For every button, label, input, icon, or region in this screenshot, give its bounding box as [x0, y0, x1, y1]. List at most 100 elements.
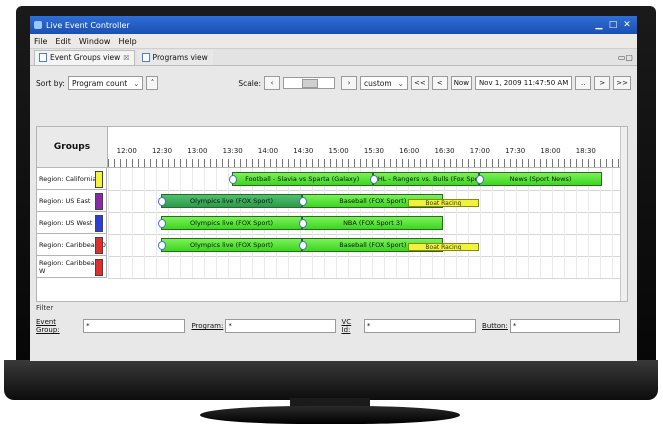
- event-marker-icon[interactable]: [157, 197, 166, 206]
- tab-close-icon[interactable]: ☒: [123, 54, 129, 62]
- scale-left-icon[interactable]: ‹: [264, 76, 281, 90]
- button-value: *: [512, 322, 517, 330]
- nav-next-button[interactable]: >: [594, 76, 611, 90]
- button-label: Button:: [482, 322, 508, 330]
- time-axis: 12:00 12:30 13:00 13:30 14:00 14:30 15:00 15:30…: [108, 127, 620, 168]
- chevron-down-icon: ⌄: [397, 78, 404, 88]
- event-marker-icon[interactable]: [157, 241, 166, 250]
- datetime-picker-button[interactable]: ..: [575, 76, 592, 90]
- event-marker-icon[interactable]: [228, 175, 237, 184]
- time-ticks: [108, 159, 620, 167]
- maximize-icon[interactable]: □: [607, 19, 619, 31]
- scale-slider[interactable]: [283, 77, 336, 89]
- monitor-bezel: [4, 360, 658, 400]
- window-title: Live Event Controller: [46, 20, 130, 30]
- nav-first-button[interactable]: <<: [410, 76, 429, 90]
- timeline-row: [108, 256, 620, 279]
- timeline-row: Olympics live (FOX Sport) Baseball (FOX S…: [108, 190, 620, 213]
- event-group-field[interactable]: *: [83, 319, 186, 333]
- nav-last-button[interactable]: >>: [613, 76, 631, 90]
- group-color-swatch: [95, 237, 103, 254]
- menu-window[interactable]: Window: [79, 37, 111, 46]
- chevron-down-icon: ⌄: [133, 78, 140, 88]
- timeline-row: Olympics live (FOX Sport) Baseball (FOX S…: [108, 234, 620, 257]
- group-name: Region: US East: [39, 196, 91, 205]
- program-field[interactable]: *: [225, 319, 336, 333]
- scale-mode-value: custom: [364, 78, 392, 88]
- event-group-value: *: [86, 322, 90, 330]
- program-event[interactable]: Boat Racing: [408, 199, 479, 207]
- time-label: 14:00: [257, 147, 279, 155]
- tab-label: Event Groups view: [50, 53, 121, 62]
- tab-programs-view[interactable]: Programs view: [136, 49, 213, 65]
- timeline-row: Football - Slavia vs Sparta (Galaxy) NHL …: [108, 168, 620, 191]
- view-minimize-maximize-icon[interactable]: ▭▢: [618, 53, 633, 62]
- timeline-row: Olympics live (FOX Sport) NBA (FOX Sport …: [108, 212, 620, 235]
- program-event[interactable]: Olympics live (FOX Sport): [160, 194, 303, 208]
- program-event[interactable]: News (Sport News): [478, 172, 603, 186]
- program-title: Baseball (FOX Sport): [339, 241, 407, 249]
- program-title: Boat Racing: [425, 243, 462, 251]
- filter-panel: Filter Event Group: * Program: * VC Id: …: [36, 304, 626, 344]
- vertical-scrollbar[interactable]: [620, 127, 627, 301]
- program-event[interactable]: Football - Slavia vs Sparta (Galaxy): [231, 172, 373, 186]
- time-label: 16:00: [399, 147, 420, 155]
- time-label: 13:30: [222, 147, 243, 155]
- program-title: NBA (FOX Sport 3): [343, 219, 403, 227]
- menu-help[interactable]: Help: [118, 37, 136, 46]
- nav-now-button[interactable]: Now: [450, 76, 472, 90]
- menu-file[interactable]: File: [34, 37, 47, 46]
- program-title: Boat Racing: [425, 199, 462, 207]
- group-color-swatch: [95, 215, 103, 232]
- close-icon[interactable]: ✕: [621, 19, 633, 31]
- slider-thumb[interactable]: [302, 79, 319, 88]
- program-title: Olympics live (FOX Sport): [190, 219, 274, 227]
- time-label: 12:30: [151, 147, 173, 155]
- event-marker-icon[interactable]: [475, 175, 484, 184]
- group-row-label[interactable]: Region: California: [37, 168, 107, 190]
- view-icon: [141, 53, 150, 62]
- tab-event-groups-view[interactable]: Event Groups view ☒: [34, 49, 135, 65]
- event-marker-icon[interactable]: [157, 219, 166, 228]
- time-label: 16:30: [434, 147, 455, 155]
- group-row-label[interactable]: Region: Caribbean W: [37, 256, 107, 278]
- monitor-stand-base: [200, 406, 460, 424]
- time-label: 14:30: [293, 147, 314, 155]
- sort-value: Program count: [71, 78, 128, 88]
- program-title: NHL - Rangers vs. Bulls (Fox Spo: [373, 175, 479, 183]
- program-event[interactable]: Olympics live (FOX Sport): [160, 216, 303, 230]
- vc-id-value: *: [366, 322, 371, 330]
- program-event[interactable]: NHL - Rangers vs. Bulls (Fox Spo: [372, 172, 479, 186]
- app-icon: [34, 21, 42, 29]
- program-event[interactable]: Olympics live (FOX Sport): [160, 238, 303, 252]
- group-row-label[interactable]: Region: US East: [37, 190, 107, 212]
- program-event[interactable]: Boat Racing: [408, 243, 479, 251]
- menu-edit[interactable]: Edit: [55, 37, 71, 46]
- sort-select[interactable]: Program count ⌄: [67, 76, 144, 90]
- sort-direction-button[interactable]: ˄: [146, 76, 159, 90]
- program-event[interactable]: NBA (FOX Sport 3): [302, 216, 444, 230]
- group-name: Region: US West: [39, 218, 93, 227]
- group-row-label[interactable]: Region: US West: [37, 212, 107, 234]
- time-label: 18:30: [575, 147, 596, 155]
- toolbar: Sort by: Program count ⌄ ˄ Scale: ‹ › cu…: [30, 66, 637, 100]
- view-icon: [39, 53, 47, 62]
- program-title: News (Sport News): [509, 175, 572, 183]
- time-label: 18:00: [540, 147, 561, 155]
- program-title: Olympics live (FOX Sport): [190, 197, 274, 205]
- program-title: Football - Slavia vs Sparta (Galaxy): [245, 175, 360, 183]
- scale-right-icon[interactable]: ›: [341, 76, 358, 90]
- menu-bar: File Edit Window Help: [30, 34, 637, 49]
- group-color-swatch: [95, 193, 103, 210]
- event-marker-icon[interactable]: [369, 175, 378, 184]
- button-field[interactable]: *: [509, 319, 620, 333]
- timeline-grid: Groups 12:00 12:30 13:00 13:30 14:00 14:30 15:…: [36, 126, 628, 302]
- datetime-field[interactable]: Nov 1, 2009 11:47:50 AM: [474, 76, 573, 90]
- vc-id-field[interactable]: *: [363, 319, 477, 333]
- filter-title: Filter: [36, 304, 54, 312]
- program-value: *: [228, 322, 232, 330]
- scale-mode-select[interactable]: custom ⌄: [360, 76, 408, 90]
- group-row-label[interactable]: Region: Caribbean D: [37, 234, 107, 256]
- minimize-icon[interactable]: ▁: [593, 19, 605, 31]
- nav-prev-button[interactable]: <: [431, 76, 448, 90]
